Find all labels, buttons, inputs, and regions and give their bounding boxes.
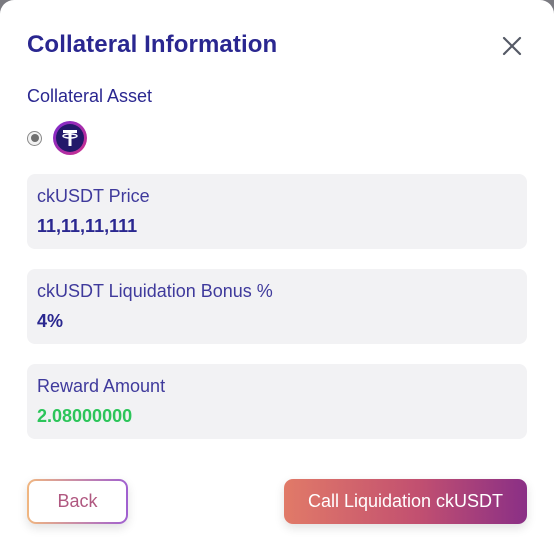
modal-title: Collateral Information <box>27 31 278 58</box>
call-liquidation-button[interactable]: Call Liquidation ckUSDT <box>284 479 527 524</box>
close-icon[interactable] <box>497 31 527 61</box>
back-button[interactable]: Back <box>27 479 128 524</box>
price-card: ckUSDT Price 11,11,11,111 <box>27 174 527 249</box>
reward-amount-label: Reward Amount <box>37 376 166 396</box>
collateral-information-modal: Collateral Information Collateral Asset <box>0 0 554 544</box>
collateral-asset-option[interactable] <box>27 120 88 156</box>
tether-logo-icon <box>52 120 88 156</box>
price-value: 11,11,11,111 <box>37 216 138 236</box>
reward-amount-value: 2.08000000 <box>37 406 133 426</box>
reward-amount-card: Reward Amount 2.08000000 <box>27 364 527 439</box>
liquidation-bonus-card: ckUSDT Liquidation Bonus % 4% <box>27 269 527 344</box>
radio-selected-dot <box>30 134 39 142</box>
liquidation-bonus-label: ckUSDT Liquidation Bonus % <box>37 281 273 301</box>
collateral-asset-label: Collateral Asset <box>27 86 153 106</box>
price-label: ckUSDT Price <box>37 186 150 206</box>
back-button-label: Back <box>29 481 126 522</box>
asset-radio-button[interactable] <box>27 130 42 146</box>
liquidation-bonus-value: 4% <box>37 311 64 331</box>
